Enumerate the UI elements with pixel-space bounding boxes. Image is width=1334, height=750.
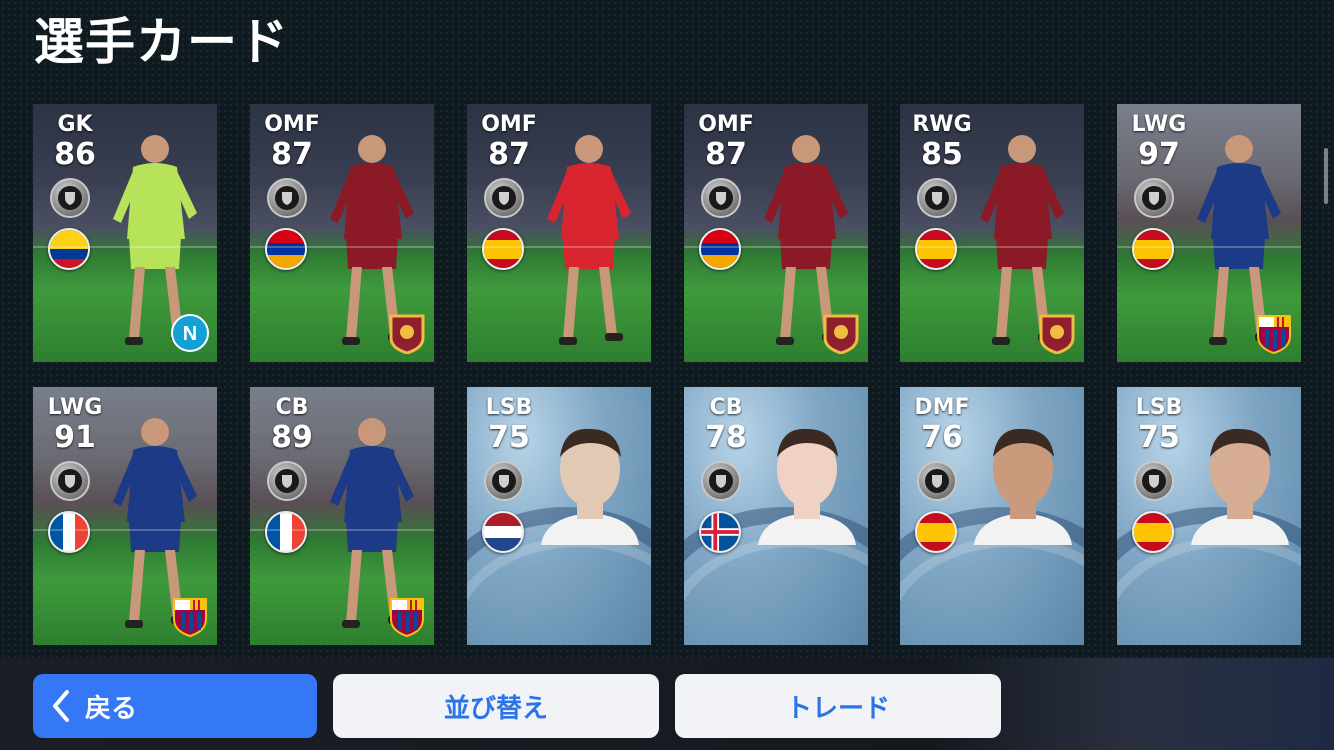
nationality-flag-icon bbox=[482, 228, 524, 270]
back-button-label: 戻る bbox=[85, 693, 138, 724]
shield-badge-icon bbox=[484, 461, 524, 501]
nationality-flag-icon bbox=[915, 228, 957, 270]
player-position: GK bbox=[57, 112, 93, 137]
club-crest-icon: N bbox=[171, 314, 209, 354]
trade-button[interactable]: トレード bbox=[675, 674, 1001, 738]
player-card[interactable]: LWG 97 bbox=[1117, 104, 1301, 362]
player-card[interactable]: OMF 87 bbox=[467, 104, 651, 362]
player-position: OMF bbox=[481, 112, 537, 137]
scrollbar[interactable] bbox=[1324, 148, 1328, 204]
player-position: LWG bbox=[47, 395, 103, 420]
club-crest-icon bbox=[822, 314, 860, 355]
player-rating: 78 bbox=[705, 420, 747, 455]
player-card[interactable]: CB 89 bbox=[250, 387, 434, 645]
player-rating: 85 bbox=[921, 137, 963, 172]
page-title: 選手カード bbox=[34, 13, 289, 71]
nationality-flag-icon bbox=[699, 228, 741, 270]
player-card[interactable]: CB 78 bbox=[684, 387, 868, 645]
shield-badge-icon bbox=[484, 178, 524, 218]
nationality-flag-icon bbox=[265, 511, 307, 553]
nationality-flag-icon bbox=[1132, 511, 1174, 553]
nationality-flag-icon bbox=[265, 228, 307, 270]
club-crest-icon bbox=[388, 597, 426, 638]
player-card[interactable]: LSB 75 bbox=[467, 387, 651, 645]
player-position: DMF bbox=[914, 395, 970, 420]
svg-text:N: N bbox=[183, 323, 197, 345]
nationality-flag-icon bbox=[915, 511, 957, 553]
shield-badge-icon bbox=[917, 178, 957, 218]
sort-button-label: 並び替え bbox=[443, 693, 548, 724]
player-rating: 86 bbox=[54, 137, 96, 172]
player-position: CB bbox=[275, 395, 309, 420]
player-rating: 75 bbox=[1138, 420, 1180, 455]
shield-badge-icon bbox=[1134, 461, 1174, 501]
back-button[interactable]: 戻る bbox=[33, 674, 317, 738]
nationality-flag-icon bbox=[1132, 228, 1174, 270]
club-crest-icon bbox=[1038, 314, 1076, 355]
player-rating: 87 bbox=[271, 137, 313, 172]
sort-button[interactable]: 並び替え bbox=[333, 674, 659, 738]
player-card[interactable]: GK 86 N bbox=[33, 104, 217, 362]
player-position: OMF bbox=[264, 112, 320, 137]
shield-badge-icon bbox=[267, 178, 307, 218]
nationality-flag-icon bbox=[482, 511, 524, 553]
nationality-flag-icon bbox=[48, 511, 90, 553]
shield-badge-icon bbox=[50, 178, 90, 218]
player-position: LWG bbox=[1131, 112, 1187, 137]
player-position: LSB bbox=[1135, 395, 1183, 420]
player-position: LSB bbox=[485, 395, 533, 420]
club-crest-icon bbox=[171, 597, 209, 638]
player-position: OMF bbox=[698, 112, 754, 137]
nationality-flag-icon bbox=[48, 228, 90, 270]
player-position: RWG bbox=[912, 112, 972, 137]
player-card[interactable]: DMF 76 bbox=[900, 387, 1084, 645]
trade-button-label: トレード bbox=[785, 693, 890, 724]
shield-badge-icon bbox=[917, 461, 957, 501]
shield-badge-icon bbox=[1134, 178, 1174, 218]
player-position: CB bbox=[709, 395, 743, 420]
player-rating: 91 bbox=[54, 420, 96, 455]
player-card[interactable]: RWG 85 bbox=[900, 104, 1084, 362]
player-card[interactable]: LSB 75 bbox=[1117, 387, 1301, 645]
player-card[interactable]: OMF 87 bbox=[250, 104, 434, 362]
shield-badge-icon bbox=[267, 461, 307, 501]
nationality-flag-icon bbox=[699, 511, 741, 553]
player-rating: 76 bbox=[921, 420, 963, 455]
player-rating: 97 bbox=[1138, 137, 1180, 172]
shield-badge-icon bbox=[701, 178, 741, 218]
club-crest-icon bbox=[1255, 314, 1293, 355]
player-rating: 75 bbox=[488, 420, 530, 455]
player-rating: 87 bbox=[705, 137, 747, 172]
player-card[interactable]: OMF 87 bbox=[684, 104, 868, 362]
club-crest-icon bbox=[388, 314, 426, 355]
chevron-left-icon bbox=[51, 689, 71, 723]
shield-badge-icon bbox=[701, 461, 741, 501]
shield-badge-icon bbox=[50, 461, 90, 501]
player-rating: 87 bbox=[488, 137, 530, 172]
player-rating: 89 bbox=[271, 420, 313, 455]
player-card[interactable]: LWG 91 bbox=[33, 387, 217, 645]
